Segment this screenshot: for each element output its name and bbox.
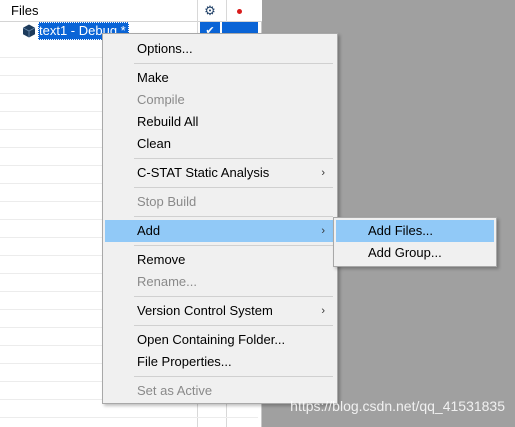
chevron-right-icon: › [321,305,325,317]
menu-item-rebuild-all[interactable]: Rebuild All [105,111,335,133]
menu-item-label: Make [137,70,169,85]
grid-line [0,417,258,418]
menu-item-label: Compile [137,92,185,107]
menu-separator [134,158,333,159]
menu-separator [134,216,333,217]
menu-separator [134,63,333,64]
project-cube-icon [22,24,36,38]
workspace-title: Files [11,3,39,18]
menu-item-label: Rebuild All [137,114,199,129]
menu-item-c-stat[interactable]: C-STAT Static Analysis › [105,162,335,184]
menu-item-label: Add [137,223,161,238]
watermark: https://blog.csdn.net/qq_41531835 [290,398,505,414]
menu-item-label: Remove [137,252,186,267]
submenu-item-add-files[interactable]: Add Files... [336,220,494,242]
menu-item-version-control[interactable]: Version Control System › [105,300,335,322]
add-submenu: Add Files... Add Group... [333,217,497,267]
menu-item-label: Add Group... [368,245,442,260]
context-menu: Options... Make Compile Rebuild All Clea… [102,33,338,404]
menu-item-open-containing-folder[interactable]: Open Containing Folder... [105,329,335,351]
menu-item-label: Options... [137,41,193,56]
menu-separator [134,325,333,326]
menu-item-stop-build[interactable]: Stop Build [105,191,335,213]
red-dot-icon[interactable] [229,2,249,19]
menu-item-clean[interactable]: Clean [105,133,335,155]
chevron-right-icon: › [321,167,325,179]
menu-item-add[interactable]: Add › [105,220,335,242]
menu-item-label: Open Containing Folder... [137,332,286,347]
submenu-item-add-group[interactable]: Add Group... [336,242,494,264]
menu-item-options[interactable]: Options... [105,38,335,60]
menu-separator [134,245,333,246]
workspace-header: Files ⚙ [0,0,262,22]
menu-item-file-properties[interactable]: File Properties... [105,351,335,373]
menu-item-label: Rename... [137,274,197,289]
menu-item-label: Clean [137,136,171,151]
menu-item-label: Set as Active [137,383,213,398]
menu-item-label: Stop Build [137,194,197,209]
menu-separator [134,296,333,297]
menu-separator [134,376,333,377]
chevron-right-icon: › [321,225,325,237]
menu-item-label: Add Files... [368,223,434,238]
menu-item-make[interactable]: Make [105,67,335,89]
menu-separator [134,187,333,188]
menu-item-label: C-STAT Static Analysis [137,165,270,180]
gear-icon[interactable]: ⚙ [200,2,220,19]
menu-item-label: File Properties... [137,354,232,369]
menu-item-compile[interactable]: Compile [105,89,335,111]
menu-item-remove[interactable]: Remove [105,249,335,271]
menu-item-rename[interactable]: Rename... [105,271,335,293]
menu-item-label: Version Control System [137,303,273,318]
